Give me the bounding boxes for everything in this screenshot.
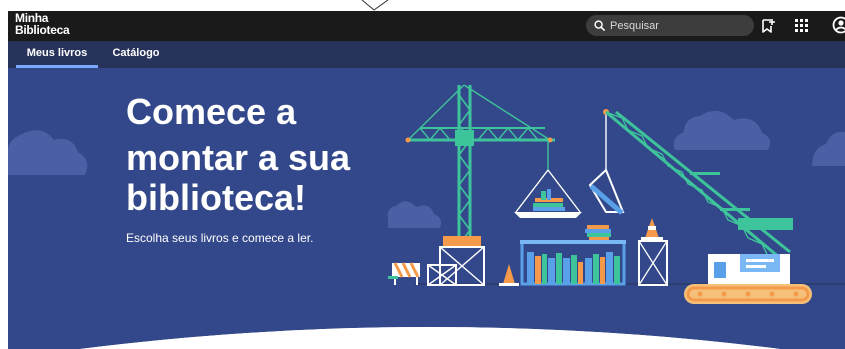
hero-title-line-1: Comece a [126, 91, 297, 132]
cloud-icon [673, 110, 770, 150]
cloud-icon [8, 130, 88, 175]
app-viewport: Minha Biblioteca Meus livros Catálo [0, 0, 845, 349]
cloud-icon [387, 201, 442, 228]
tower-crane-illustration [405, 84, 582, 286]
hero-title-line-3: biblioteca! [126, 177, 307, 218]
bookshelf-illustration [520, 225, 626, 286]
hero-subtitle: Escolha seus livros e comece a ler. [126, 231, 314, 245]
traffic-cone-illustration [638, 218, 668, 286]
hero-title-line-2: montar a sua [126, 137, 351, 178]
traffic-cone-illustration [499, 264, 519, 286]
road-barrier-illustration [388, 262, 420, 285]
cloud-icon [812, 131, 845, 166]
